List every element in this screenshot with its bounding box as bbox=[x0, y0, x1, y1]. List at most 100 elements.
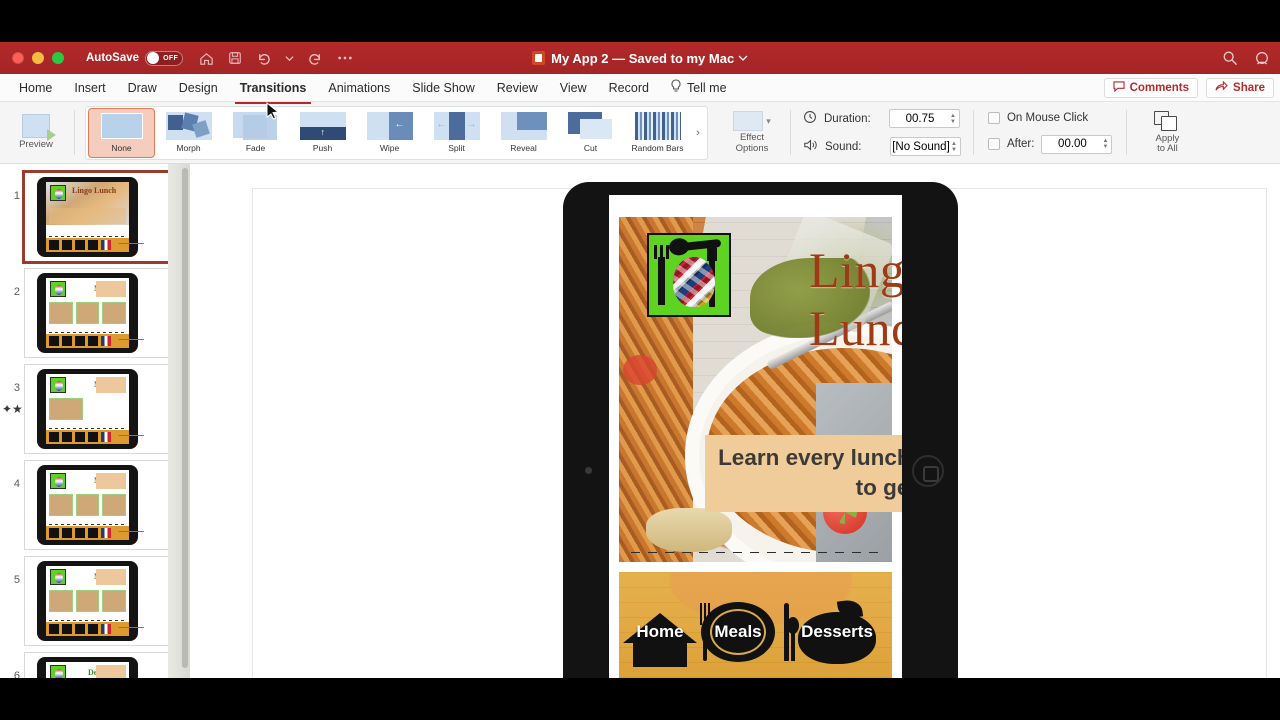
transition-gallery[interactable]: None Morph Fade ↑ Push ← Wipe ← → Split … bbox=[85, 105, 708, 160]
after-stepper[interactable]: ▲▼ bbox=[1041, 134, 1113, 154]
sound-value[interactable] bbox=[891, 138, 951, 155]
slide-thumb-canvas[interactable]: Meals bbox=[24, 556, 169, 646]
nav-button-home[interactable]: Home bbox=[623, 572, 697, 678]
transition-cut-thumb bbox=[567, 112, 614, 140]
ribbon-right-actions[interactable]: Comments Share bbox=[1103, 77, 1280, 98]
quick-access-toolbar[interactable] bbox=[199, 51, 353, 66]
effect-options-icon bbox=[733, 111, 764, 132]
tab-slide-show[interactable]: Slide Show bbox=[401, 77, 486, 99]
gallery-more-button[interactable]: › bbox=[691, 127, 705, 139]
search-icon[interactable] bbox=[1222, 50, 1238, 66]
slide-canvas-area[interactable]: Lingo Lunch Learn every lunchtime. Click… bbox=[190, 164, 1280, 678]
tab-review[interactable]: Review bbox=[486, 77, 549, 99]
more-ellipsis-icon[interactable] bbox=[337, 55, 353, 61]
transition-push[interactable]: ↑ Push bbox=[289, 108, 356, 158]
slide-thumbnail-list: 1 Lingo Lunch 2 3 ✦★ 4 5 6 bbox=[0, 164, 190, 678]
preview-button[interactable]: Preview bbox=[8, 114, 64, 150]
home-icon[interactable] bbox=[199, 51, 214, 66]
apply-to-all-button[interactable]: Apply to All bbox=[1137, 110, 1197, 155]
tell-me-label: Tell me bbox=[686, 80, 727, 95]
slide-thumbnail-3[interactable]: 3 ✦★ Meals bbox=[0, 364, 190, 460]
lingo-lunch-logo[interactable] bbox=[647, 233, 731, 317]
on-mouse-click-checkbox[interactable] bbox=[987, 111, 1000, 124]
slide-thumb-canvas[interactable]: Meals bbox=[24, 268, 169, 358]
after-spin-arrows[interactable]: ▲ ▼ bbox=[1102, 138, 1111, 150]
nav-button-desserts[interactable]: Desserts bbox=[798, 572, 876, 678]
slide-navigation-bar[interactable]: Home Meals Desserts bbox=[619, 572, 892, 678]
instruction-textbox[interactable]: Learn every lunchtime. Click on an icon … bbox=[705, 435, 902, 512]
transition-random-bars[interactable]: Random Bars bbox=[624, 108, 691, 158]
duration-input[interactable] bbox=[890, 110, 950, 127]
account-icon[interactable] bbox=[1254, 50, 1270, 66]
after-row[interactable]: After: ▲▼ bbox=[987, 134, 1113, 154]
tab-animations[interactable]: Animations bbox=[317, 77, 401, 99]
nav-button-drinks[interactable] bbox=[890, 572, 892, 678]
tab-home[interactable]: Home bbox=[8, 77, 63, 99]
slide-thumbnail-6[interactable]: 6 Desserts bbox=[0, 652, 190, 678]
slide-thumb-canvas[interactable]: Desserts bbox=[24, 652, 169, 678]
slide-thumb-canvas[interactable]: Meals bbox=[24, 460, 169, 550]
slide-thumbnail-4[interactable]: 4 Meals bbox=[0, 460, 190, 556]
minimize-window-button[interactable] bbox=[32, 52, 44, 64]
effect-options-button[interactable]: ▾ Effect Options bbox=[724, 111, 780, 154]
slide-number: 5 bbox=[13, 574, 20, 586]
on-mouse-click-row[interactable]: On Mouse Click bbox=[987, 111, 1112, 124]
redo-icon[interactable] bbox=[308, 51, 323, 66]
close-window-button[interactable] bbox=[12, 52, 24, 64]
tab-transitions[interactable]: Transitions bbox=[229, 77, 318, 104]
autosave-control[interactable]: AutoSave OFF bbox=[86, 50, 184, 66]
transition-split[interactable]: ← → Split bbox=[423, 108, 490, 158]
slide-editing-surface[interactable]: Lingo Lunch Learn every lunchtime. Click… bbox=[253, 182, 1266, 678]
duration-spin-arrows[interactable]: ▲ ▼ bbox=[950, 113, 959, 125]
tablet-frame-graphic[interactable]: Lingo Lunch Learn every lunchtime. Click… bbox=[563, 182, 958, 678]
transition-cut[interactable]: Cut bbox=[557, 108, 624, 158]
transition-none[interactable]: None bbox=[88, 107, 155, 158]
apply-to-all-group: Apply to All bbox=[1129, 102, 1205, 163]
powerpoint-window: AutoSave OFF My App 2 — Saved to my Mac … bbox=[0, 42, 1280, 678]
comments-button[interactable]: Comments bbox=[1103, 77, 1199, 98]
transition-random-bars-label: Random Bars bbox=[631, 143, 684, 153]
tab-record[interactable]: Record bbox=[598, 77, 660, 99]
slide-thumbnail-pane[interactable]: 1 Lingo Lunch 2 3 ✦★ 4 5 6 bbox=[0, 164, 190, 678]
window-controls[interactable] bbox=[12, 52, 64, 64]
transition-morph[interactable]: Morph bbox=[155, 108, 222, 158]
tab-view[interactable]: View bbox=[549, 77, 598, 99]
letterbox-bottom bbox=[0, 678, 1280, 720]
transition-wipe-thumb: ← bbox=[366, 112, 413, 140]
slide-title[interactable]: Lingo Lunch bbox=[809, 241, 902, 357]
thumbnail-scrollbar[interactable] bbox=[182, 168, 188, 668]
letterbox-top bbox=[0, 0, 1280, 42]
transition-wipe[interactable]: ← Wipe bbox=[356, 108, 423, 158]
duration-stepper[interactable]: ▲▼ bbox=[889, 109, 960, 128]
chevron-down-icon[interactable]: ▾ bbox=[766, 116, 771, 127]
nav-button-meals[interactable]: Meals bbox=[701, 572, 775, 678]
slide-thumbnail-5[interactable]: 5 Meals bbox=[0, 556, 190, 652]
transition-reveal[interactable]: Reveal bbox=[490, 108, 557, 158]
tab-insert[interactable]: Insert bbox=[63, 77, 116, 99]
after-input[interactable] bbox=[1042, 135, 1103, 153]
slide-thumbnail-1[interactable]: 1 Lingo Lunch bbox=[0, 170, 190, 268]
tell-me-button[interactable]: Tell me bbox=[660, 79, 727, 96]
maximize-window-button[interactable] bbox=[52, 52, 64, 64]
titlebar-right-actions[interactable] bbox=[1222, 50, 1270, 66]
sound-spin-arrows[interactable]: ▲ ▼ bbox=[951, 141, 960, 153]
slide-thumb-canvas[interactable]: Lingo Lunch bbox=[22, 170, 171, 264]
slide-thumbnail-2[interactable]: 2 Meals bbox=[0, 268, 190, 364]
sound-dropdown[interactable]: ▲▼ bbox=[890, 137, 961, 156]
thumbnail-pane-scroll-track[interactable] bbox=[168, 164, 190, 678]
divider bbox=[790, 110, 791, 155]
save-icon[interactable] bbox=[228, 51, 242, 65]
slide-number: 1 bbox=[13, 190, 20, 202]
undo-dropdown-caret-icon[interactable] bbox=[285, 54, 294, 63]
transition-reveal-label: Reveal bbox=[510, 143, 537, 153]
preview-group: Preview bbox=[0, 102, 72, 163]
tab-design[interactable]: Design bbox=[168, 77, 229, 99]
share-button[interactable]: Share bbox=[1206, 77, 1274, 98]
transition-push-thumb: ↑ bbox=[299, 112, 346, 140]
tab-draw[interactable]: Draw bbox=[117, 77, 168, 99]
slide-thumb-canvas[interactable]: Meals bbox=[24, 364, 169, 454]
undo-icon[interactable] bbox=[256, 51, 271, 66]
transition-push-label: Push bbox=[312, 143, 333, 153]
after-checkbox[interactable] bbox=[987, 138, 1000, 150]
autosave-toggle[interactable]: OFF bbox=[145, 50, 184, 66]
